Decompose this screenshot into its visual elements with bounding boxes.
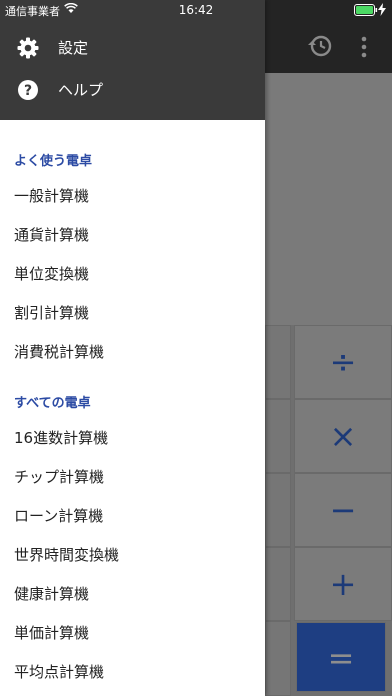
history-icon[interactable] <box>306 32 334 60</box>
divide-key[interactable]: ÷ <box>294 325 392 399</box>
settings-label: 設定 <box>58 39 89 57</box>
menu-item-unit-converter[interactable]: 単位変換機 <box>0 254 265 292</box>
favorites-section-title: よく使う電卓 <box>14 154 93 169</box>
calc-key[interactable] <box>265 621 291 696</box>
calc-key[interactable] <box>265 325 291 399</box>
equals-key[interactable]: = <box>296 622 386 692</box>
menu-item-world-time-converter[interactable]: 世界時間変換機 <box>0 535 265 573</box>
menu-item-tip-calculator[interactable]: チップ計算機 <box>0 457 265 495</box>
status-bar: 通信事業者 16:42 <box>0 0 392 20</box>
menu-item-currency-calculator[interactable]: 通貨計算機 <box>0 215 265 253</box>
menu-item-loan-calculator[interactable]: ローン計算機 <box>0 496 265 534</box>
menu-item-tax-calculator[interactable]: 消費税計算機 <box>0 332 265 370</box>
all-section-title: すべての電卓 <box>14 396 91 411</box>
multiply-key[interactable]: × <box>294 399 392 473</box>
battery-icon <box>354 4 378 16</box>
minus-key[interactable]: − <box>294 473 392 547</box>
calc-key[interactable] <box>265 547 291 621</box>
menu-item-discount-calculator[interactable]: 割引計算機 <box>0 293 265 331</box>
help-menu-item[interactable]: ? ヘルプ <box>0 68 265 110</box>
navigation-drawer: 設定 ? ヘルプ よく使う電卓 一般計算機 通貨計算機 単位変換機 割引計算機 … <box>0 0 265 696</box>
menu-item-health-calculator[interactable]: 健康計算機 <box>0 574 265 612</box>
svg-text:?: ? <box>24 83 32 99</box>
calc-key[interactable] <box>265 399 291 473</box>
status-time: 16:42 <box>178 3 214 17</box>
menu-item-average-score-calculator[interactable]: 平均点計算機 <box>0 652 265 690</box>
help-label: ヘルプ <box>58 81 104 99</box>
gear-icon <box>17 37 39 59</box>
help-icon: ? <box>18 80 38 100</box>
plus-key[interactable]: + <box>294 547 392 621</box>
calc-key[interactable] <box>265 473 291 547</box>
menu-item-hex-calculator[interactable]: 16進数計算機 <box>0 418 265 456</box>
more-vert-icon[interactable] <box>354 33 374 61</box>
charging-icon <box>378 3 386 16</box>
menu-item-general-calculator[interactable]: 一般計算機 <box>0 176 265 214</box>
settings-menu-item[interactable]: 設定 <box>0 26 265 68</box>
menu-item-unit-price-calculator[interactable]: 単価計算機 <box>0 613 265 651</box>
